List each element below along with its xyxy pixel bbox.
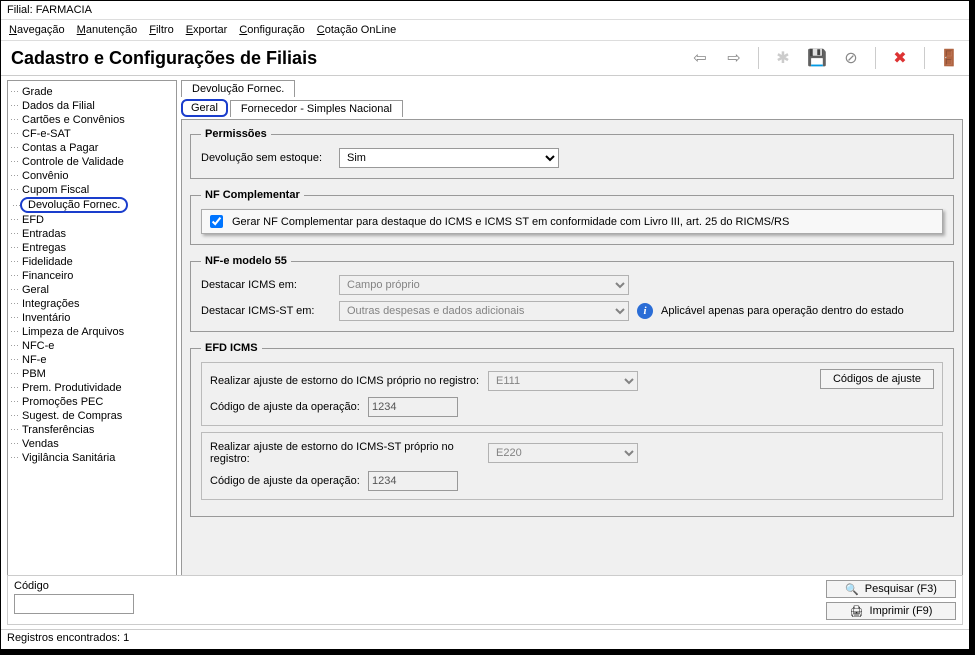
divider xyxy=(924,47,925,69)
print-icon: 🖨 xyxy=(850,605,864,618)
tree-item-inventario[interactable]: Inventário xyxy=(8,311,176,325)
tree-item-devolucao-fornec[interactable]: Devolução Fornec. xyxy=(20,197,128,213)
tree-item-grade[interactable]: Grade xyxy=(8,85,176,99)
tree-item-integracoes[interactable]: Integrações xyxy=(8,297,176,311)
label-destacar-icms: Destacar ICMS em: xyxy=(201,279,331,291)
input-codigo-ajuste-icms xyxy=(368,397,458,417)
divider xyxy=(758,47,759,69)
checkbox-gerar-nf-complementar-row[interactable]: Gerar NF Complementar para destaque do I… xyxy=(201,209,943,234)
imprimir-label: Imprimir (F9) xyxy=(870,605,933,617)
fieldset-permissoes: Permissões Devolução sem estoque: Sim xyxy=(190,128,954,179)
search-icon: 🔍 xyxy=(845,583,859,596)
info-icon: i xyxy=(637,303,653,319)
input-codigo[interactable] xyxy=(14,594,134,614)
tree-item-dados-filial[interactable]: Dados da Filial xyxy=(8,99,176,113)
back-icon[interactable]: ⇦ xyxy=(690,48,710,68)
tree-item-transferencias[interactable]: Transferências xyxy=(8,423,176,437)
select-destacar-icmsst: Outras despesas e dados adicionais xyxy=(339,301,629,321)
info-text: Aplicável apenas para operação dentro do… xyxy=(661,305,904,317)
divider xyxy=(875,47,876,69)
label-realizar-ajuste-icms: Realizar ajuste de estorno do ICMS própr… xyxy=(210,375,480,387)
menu-manutencao[interactable]: Manutenção xyxy=(77,24,138,36)
label-devolucao-sem-estoque: Devolução sem estoque: xyxy=(201,152,331,164)
fieldset-nfe55: NF-e modelo 55 Destacar ICMS em: Campo p… xyxy=(190,255,954,332)
input-codigo-ajuste-icmsst xyxy=(368,471,458,491)
tree-item-fidelidade[interactable]: Fidelidade xyxy=(8,255,176,269)
legend-nf-complementar: NF Complementar xyxy=(201,189,304,201)
menu-configuracao[interactable]: Configuração xyxy=(239,24,304,36)
fieldset-nf-complementar: NF Complementar Gerar NF Complementar pa… xyxy=(190,189,954,245)
tree-item-cfesat[interactable]: CF-e-SAT xyxy=(8,127,176,141)
efd-box-icms: Códigos de ajuste Realizar ajuste de est… xyxy=(201,362,943,426)
tree-item-pbm[interactable]: PBM xyxy=(8,367,176,381)
label-codigo-ajuste-icms: Código de ajuste da operação: xyxy=(210,401,360,413)
fieldset-efd-icms: EFD ICMS Códigos de ajuste Realizar ajus… xyxy=(190,342,954,517)
tab-fornecedor-simples[interactable]: Fornecedor - Simples Nacional xyxy=(230,100,403,117)
menu-bar: Navegação Manutenção Filtro Exportar Con… xyxy=(1,20,969,41)
imprimir-button[interactable]: 🖨 Imprimir (F9) xyxy=(826,602,956,620)
cancel-icon[interactable]: ⊘ xyxy=(841,48,861,68)
tree-item-vendas[interactable]: Vendas xyxy=(8,437,176,451)
label-destacar-icmsst: Destacar ICMS-ST em: xyxy=(201,305,331,317)
tab-devolucao-fornec[interactable]: Devolução Fornec. xyxy=(181,80,295,97)
select-realizar-ajuste-icms: E111 xyxy=(488,371,638,391)
menu-navegacao[interactable]: Navegação xyxy=(9,24,65,36)
select-devolucao-sem-estoque[interactable]: Sim xyxy=(339,148,559,168)
checkbox-gerar-nf-complementar[interactable] xyxy=(210,215,223,228)
codigos-ajuste-button[interactable]: Códigos de ajuste xyxy=(820,369,934,389)
legend-nfe55: NF-e modelo 55 xyxy=(201,255,291,267)
tree-item-geral[interactable]: Geral xyxy=(8,283,176,297)
content-body: Permissões Devolução sem estoque: Sim NF… xyxy=(181,119,963,581)
footer: Código 🔍 Pesquisar (F3) 🖨 Imprimir (F9) xyxy=(7,575,963,625)
sidebar-tree[interactable]: Grade Dados da Filial Cartões e Convênio… xyxy=(7,80,177,577)
tree-item-nfce[interactable]: NFC-e xyxy=(8,339,176,353)
menu-cotacao[interactable]: Cotação OnLine xyxy=(317,24,397,36)
menu-exportar[interactable]: Exportar xyxy=(186,24,228,36)
tree-item-entradas[interactable]: Entradas xyxy=(8,227,176,241)
tree-item-sugest-compras[interactable]: Sugest. de Compras xyxy=(8,409,176,423)
label-realizar-ajuste-icmsst: Realizar ajuste de estorno do ICMS-ST pr… xyxy=(210,441,480,465)
tree-item-promo-pec[interactable]: Promoções PEC xyxy=(8,395,176,409)
toolbar: ⇦ ⇨ ✱ 💾 ⊘ ✖ 🚪 xyxy=(690,47,959,69)
window-title: Filial: FARMACIA xyxy=(1,1,969,20)
tree-item-nfe[interactable]: NF-e xyxy=(8,353,176,367)
label-codigo-ajuste-icmsst: Código de ajuste da operação: xyxy=(210,475,360,487)
tree-item-convenio[interactable]: Convênio xyxy=(8,169,176,183)
pesquisar-button[interactable]: 🔍 Pesquisar (F3) xyxy=(826,580,956,598)
select-realizar-ajuste-icmsst: E220 xyxy=(488,443,638,463)
efd-box-icmsst: Realizar ajuste de estorno do ICMS-ST pr… xyxy=(201,432,943,500)
tree-item-limpeza[interactable]: Limpeza de Arquivos xyxy=(8,325,176,339)
new-icon[interactable]: ✱ xyxy=(773,48,793,68)
save-icon[interactable]: 💾 xyxy=(807,48,827,68)
menu-filtro[interactable]: Filtro xyxy=(149,24,173,36)
select-destacar-icms: Campo próprio xyxy=(339,275,629,295)
page-title: Cadastro e Configurações de Filiais xyxy=(11,48,317,69)
label-gerar-nf-complementar: Gerar NF Complementar para destaque do I… xyxy=(232,216,789,228)
tree-item-contas-pagar[interactable]: Contas a Pagar xyxy=(8,141,176,155)
forward-icon[interactable]: ⇨ xyxy=(724,48,744,68)
tree-item-vigilancia[interactable]: Vigilância Sanitária xyxy=(8,451,176,465)
pesquisar-label: Pesquisar (F3) xyxy=(865,583,937,595)
tree-item-financeiro[interactable]: Financeiro xyxy=(8,269,176,283)
tab-geral[interactable]: Geral xyxy=(181,99,228,117)
label-codigo: Código xyxy=(14,580,134,592)
tree-item-prem-prod[interactable]: Prem. Produtividade xyxy=(8,381,176,395)
tree-item-entregas[interactable]: Entregas xyxy=(8,241,176,255)
legend-permissoes: Permissões xyxy=(201,128,271,140)
legend-efd-icms: EFD ICMS xyxy=(201,342,262,354)
delete-icon[interactable]: ✖ xyxy=(890,48,910,68)
exit-icon[interactable]: 🚪 xyxy=(939,48,959,68)
status-bar: Registros encontrados: 1 xyxy=(1,629,969,649)
tree-item-cupom-fiscal[interactable]: Cupom Fiscal xyxy=(8,183,176,197)
tree-item-controle-validade[interactable]: Controle de Validade xyxy=(8,155,176,169)
tree-item-efd[interactable]: EFD xyxy=(8,213,176,227)
tree-item-cartoes[interactable]: Cartões e Convênios xyxy=(8,113,176,127)
